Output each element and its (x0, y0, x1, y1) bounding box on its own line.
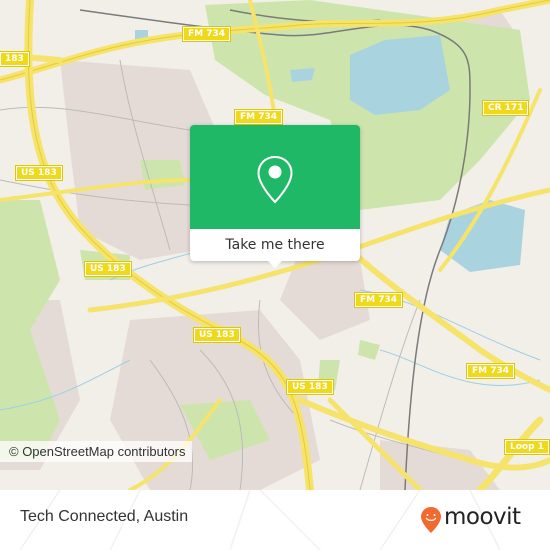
road-label-fm734: FM 734 (233, 109, 284, 125)
road-label-us183: US 183 (84, 261, 132, 277)
map-attribution[interactable]: © OpenStreetMap contributors (0, 441, 192, 462)
moovit-wordmark: moovit (444, 504, 521, 530)
road-label-loop1: Loop 1 (504, 439, 550, 455)
location-popup[interactable]: Take me there (190, 125, 360, 268)
footer-bar: Tech Connected, Austin moovit (0, 490, 550, 550)
road-label-us183: 183 (0, 51, 30, 67)
road-label-us183: US 183 (193, 327, 241, 343)
take-me-there-button[interactable]: Take me there (190, 229, 360, 261)
map-view[interactable]: 183 FM 734 FM 734 CR 171 US 183 US 183 U… (0, 0, 550, 490)
place-title: Tech Connected, Austin (20, 508, 189, 525)
road-label-fm734: FM 734 (181, 26, 232, 42)
road-label-cr171: CR 171 (481, 100, 530, 116)
map-pin-icon (257, 155, 293, 204)
road-label-fm734: FM 734 (353, 292, 404, 308)
popup-header (190, 125, 360, 229)
road-label-us183: US 183 (15, 165, 63, 181)
popup-pointer (267, 260, 283, 268)
moovit-smile-pin-icon (421, 507, 441, 533)
road-label-us183: US 183 (286, 379, 334, 395)
road-label-fm734: FM 734 (465, 363, 516, 379)
